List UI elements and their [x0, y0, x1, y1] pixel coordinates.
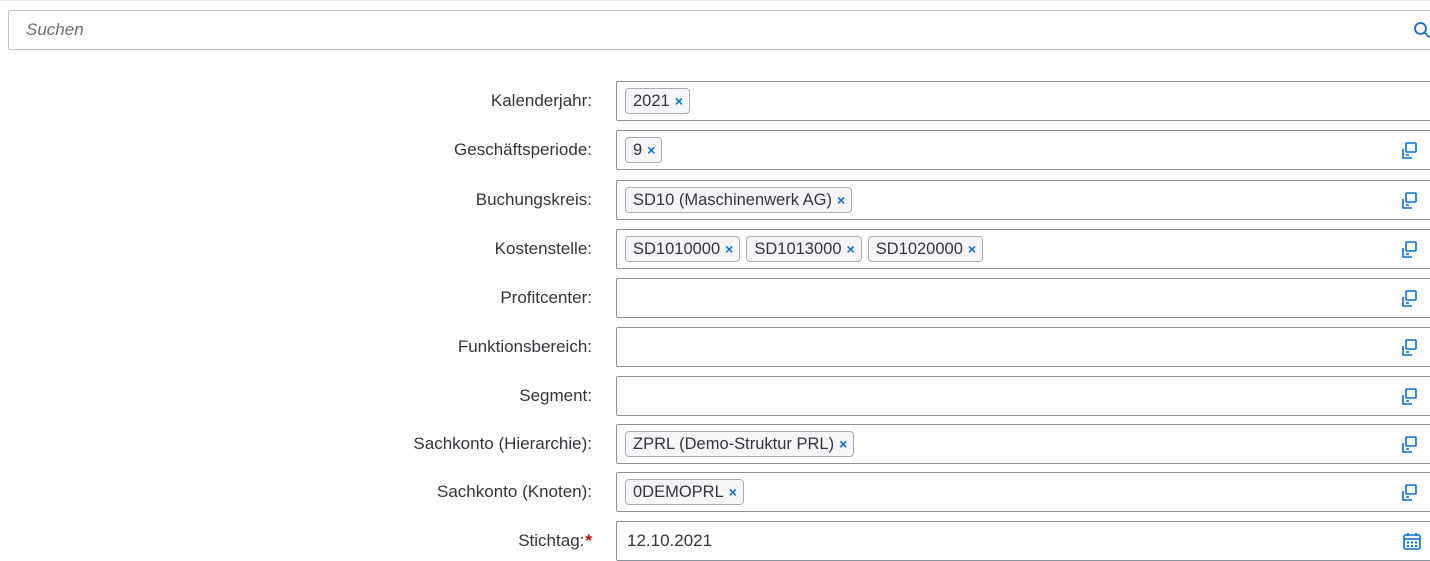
token: 2021 × [625, 88, 690, 114]
token-remove-icon[interactable]: × [847, 242, 855, 256]
value-help-icon[interactable] [1399, 289, 1419, 309]
filter-row-sachkonto-hierarchie: Sachkonto (Hierarchie): ZPRL (Demo-Struk… [0, 424, 1430, 464]
token-text: SD10 (Maschinenwerk AG) [633, 190, 832, 209]
search-icon[interactable] [1413, 21, 1430, 39]
filter-label-kalenderjahr: Kalenderjahr: [490, 91, 592, 110]
token: SD1013000 × [746, 236, 862, 262]
filter-row-kostenstelle: Kostenstelle: SD1010000 × SD1013000 × SD… [0, 229, 1430, 269]
token-text: ZPRL (Demo-Struktur PRL) [633, 434, 835, 453]
token-remove-icon[interactable]: × [725, 242, 733, 256]
stichtag-date-input[interactable] [627, 522, 1327, 560]
token: SD1020000 × [867, 236, 984, 262]
profitcenter-field[interactable] [616, 278, 1430, 318]
filter-label-kostenstelle: Kostenstelle: [494, 239, 592, 258]
token-remove-icon[interactable]: × [968, 242, 976, 256]
segment-field[interactable] [616, 376, 1430, 416]
kalenderjahr-field[interactable]: 2021 × [616, 81, 1430, 121]
filter-row-segment: Segment: [0, 376, 1430, 416]
buchungskreis-field[interactable]: SD10 (Maschinenwerk AG) × [616, 180, 1430, 220]
token-remove-icon[interactable]: × [675, 94, 683, 108]
value-help-icon[interactable] [1399, 338, 1419, 358]
filter-row-kalenderjahr: Kalenderjahr: 2021 × [0, 81, 1430, 121]
sachkonto-hierarchie-field[interactable]: ZPRL (Demo-Struktur PRL) × [616, 424, 1430, 464]
token-text: SD1020000 [875, 239, 963, 258]
token-text: 9 [633, 140, 643, 159]
token-remove-icon[interactable]: × [729, 485, 737, 499]
token-remove-icon[interactable]: × [837, 193, 845, 207]
top-divider [0, 0, 1430, 1]
search-bar [8, 10, 1430, 50]
token: 9 × [625, 137, 663, 163]
token-list: SD10 (Maschinenwerk AG) × [625, 187, 853, 213]
calendar-icon[interactable] [1402, 531, 1422, 551]
filter-row-sachkonto-knoten: Sachkonto (Knoten): 0DEMOPRL × [0, 472, 1430, 512]
geschaeftsperiode-field[interactable]: 9 × [616, 130, 1430, 170]
filter-label-sachkonto-hierarchie: Sachkonto (Hierarchie): [413, 434, 592, 453]
filter-row-profitcenter: Profitcenter: [0, 278, 1430, 318]
filter-label-sachkonto-knoten: Sachkonto (Knoten): [437, 482, 592, 501]
token: ZPRL (Demo-Struktur PRL) × [625, 431, 855, 457]
required-marker: * [585, 531, 592, 550]
token-text: SD1010000 [633, 239, 721, 258]
filter-label-buchungskreis: Buchungskreis: [475, 190, 592, 209]
value-help-icon[interactable] [1399, 387, 1419, 407]
token-remove-icon[interactable]: × [839, 437, 847, 451]
filter-label-stichtag: Stichtag:* [518, 521, 592, 561]
value-help-icon[interactable] [1399, 240, 1419, 260]
token-list: 9 × [625, 137, 663, 163]
token-text: 2021 [633, 91, 670, 110]
token-list: ZPRL (Demo-Struktur PRL) × [625, 431, 855, 457]
stichtag-field [616, 521, 1430, 561]
filter-row-stichtag: Stichtag:* [0, 521, 1430, 561]
filter-row-funktionsbereich: Funktionsbereich: [0, 327, 1430, 367]
token-list: 0DEMOPRL × [625, 479, 744, 505]
token-text: 0DEMOPRL [633, 482, 724, 501]
search-input[interactable] [9, 11, 1399, 49]
filter-row-buchungskreis: Buchungskreis: SD10 (Maschinenwerk AG) × [0, 180, 1430, 220]
filter-row-geschaeftsperiode: Geschäftsperiode: 9 × [0, 130, 1430, 170]
token-list: SD1010000 × SD1013000 × SD1020000 × [625, 236, 984, 262]
value-help-icon[interactable] [1399, 483, 1419, 503]
token-list: 2021 × [625, 88, 690, 114]
token: SD1010000 × [625, 236, 741, 262]
stichtag-label-text: Stichtag: [518, 531, 585, 550]
value-help-icon[interactable] [1399, 435, 1419, 455]
filter-label-profitcenter: Profitcenter: [500, 288, 592, 307]
token-remove-icon[interactable]: × [647, 143, 655, 157]
sachkonto-knoten-field[interactable]: 0DEMOPRL × [616, 472, 1430, 512]
filter-label-geschaeftsperiode: Geschäftsperiode: [454, 140, 592, 159]
funktionsbereich-field[interactable] [616, 327, 1430, 367]
value-help-icon[interactable] [1399, 191, 1419, 211]
value-help-icon[interactable] [1399, 141, 1419, 161]
filter-label-funktionsbereich: Funktionsbereich: [457, 337, 592, 356]
kostenstelle-field[interactable]: SD1010000 × SD1013000 × SD1020000 × [616, 229, 1430, 269]
token: 0DEMOPRL × [625, 479, 744, 505]
token-text: SD1013000 [754, 239, 842, 258]
filter-label-segment: Segment: [519, 386, 592, 405]
token: SD10 (Maschinenwerk AG) × [625, 187, 853, 213]
